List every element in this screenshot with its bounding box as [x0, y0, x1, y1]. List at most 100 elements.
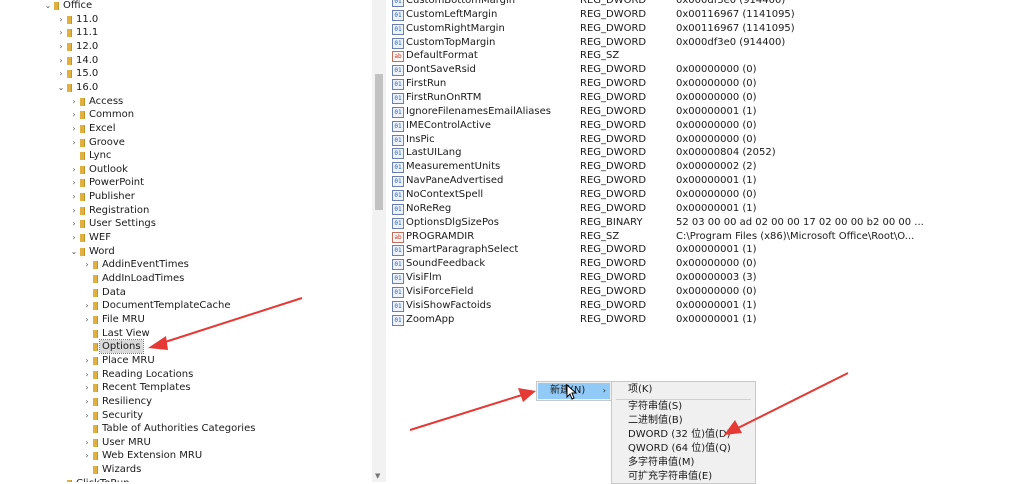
chevron-right-icon[interactable]: ›: [57, 13, 65, 26]
value-data: 0x00000001 (1): [676, 175, 757, 187]
tree-item-label: Publisher: [89, 191, 135, 203]
chevron-right-icon[interactable]: ›: [70, 217, 78, 230]
folder-icon: [67, 29, 72, 38]
folder-icon: [80, 165, 85, 174]
value-type: REG_DWORD: [580, 272, 647, 284]
value-name: FirstRun: [406, 78, 447, 90]
binary-value-icon: 01: [392, 245, 404, 257]
chevron-right-icon[interactable]: ›: [83, 258, 91, 271]
tree-item-label: 11.1: [76, 27, 99, 39]
chevron-right-icon[interactable]: ›: [83, 436, 91, 449]
chevron-right-icon[interactable]: ›: [57, 54, 65, 67]
value-data: 0x00000001 (1): [676, 105, 757, 117]
value-type: REG_DWORD: [580, 286, 647, 298]
value-name: FirstRunOnRTM: [406, 92, 482, 104]
value-type: REG_SZ: [580, 230, 620, 242]
folder-icon: [93, 411, 98, 420]
chevron-right-icon[interactable]: ›: [83, 354, 91, 367]
value-name: NoReReg: [406, 202, 452, 214]
binary-value-icon: 01: [392, 37, 404, 49]
folder-icon: [93, 384, 98, 393]
folder-icon: [93, 302, 98, 311]
value-data: 0x00000000 (0): [676, 64, 757, 76]
tree-item-label: ClickToRun: [74, 477, 132, 482]
folder-icon: [93, 438, 98, 447]
scroll-down-arrow-icon[interactable]: ▼: [375, 472, 380, 480]
tree-vertical-scrollbar[interactable]: ▼: [372, 0, 386, 482]
value-data: 0x00000000 (0): [676, 286, 757, 298]
chevron-right-icon[interactable]: ›: [83, 313, 91, 326]
chevron-right-icon[interactable]: ›: [83, 395, 91, 408]
binary-value-icon: 01: [392, 176, 404, 188]
tree-item-label: Access: [89, 95, 124, 107]
chevron-right-icon[interactable]: ›: [70, 95, 78, 108]
folder-icon: [80, 193, 85, 202]
value-type: REG_DWORD: [580, 258, 647, 270]
registry-key-tree[interactable]: ⌄ Office › 11.0 › 11.1 › 12.0 › 14.0 › 15.0 ⌄ 16.0 › Ac…: [0, 0, 372, 482]
value-type: REG_SZ: [580, 50, 620, 62]
chevron-right-icon[interactable]: ›: [57, 40, 65, 53]
chevron-right-icon[interactable]: ›: [70, 190, 78, 203]
value-name: IgnoreFilenamesEmailAliases: [406, 105, 551, 117]
chevron-down-icon[interactable]: ⌄: [57, 81, 65, 94]
tree-item-label: 14.0: [76, 54, 99, 66]
folder-icon: [93, 466, 98, 475]
value-type: REG_DWORD: [580, 189, 647, 201]
tree-item-label: 12.0: [76, 40, 99, 52]
value-data: 0x00000001 (1): [676, 202, 757, 214]
value-name: MeasurementUnits: [406, 161, 501, 173]
chevron-right-icon[interactable]: ›: [57, 67, 65, 80]
binary-value-icon: 01: [392, 162, 404, 174]
value-type: REG_DWORD: [580, 299, 647, 311]
binary-value-icon: 01: [392, 65, 404, 77]
tree-item-label: 15.0: [76, 68, 99, 80]
value-data: 0x00000000 (0): [676, 189, 757, 201]
folder-icon: [93, 261, 98, 270]
chevron-right-icon[interactable]: ›: [83, 368, 91, 381]
folder-icon: [80, 220, 85, 229]
chevron-down-icon[interactable]: ⌄: [70, 245, 78, 258]
value-data: 0x00000001 (1): [676, 313, 757, 325]
chevron-right-icon[interactable]: ›: [70, 163, 78, 176]
value-data: 0x00116967 (1141095): [676, 22, 795, 34]
value-name: CustomRightMargin: [406, 22, 505, 34]
chevron-right-icon[interactable]: ›: [57, 26, 65, 39]
value-name: SmartParagraphSelect: [406, 244, 519, 256]
chevron-right-icon[interactable]: ›: [83, 381, 91, 394]
submenu-multi-string-value[interactable]: 多字符串值(M): [628, 456, 694, 470]
chevron-right-icon[interactable]: ›: [57, 477, 65, 482]
chevron-right-icon[interactable]: ›: [70, 108, 78, 121]
submenu-string-value[interactable]: 字符串值(S): [628, 400, 682, 414]
submenu-binary-value[interactable]: 二进制值(B): [628, 414, 683, 428]
binary-value-icon: 01: [392, 314, 404, 326]
binary-value-icon: 01: [392, 106, 404, 118]
tree-item-label: Registration: [89, 204, 150, 216]
chevron-right-icon[interactable]: ›: [83, 299, 91, 312]
value-type: REG_DWORD: [580, 22, 647, 34]
value-type: REG_DWORD: [580, 119, 647, 131]
binary-value-icon: 01: [392, 287, 404, 299]
chevron-right-icon[interactable]: ›: [83, 409, 91, 422]
value-name: IMEControlActive: [406, 119, 491, 131]
value-name: NavPaneAdvertised: [406, 175, 504, 187]
chevron-down-icon[interactable]: ⌄: [44, 0, 52, 12]
chevron-right-icon[interactable]: ›: [70, 122, 78, 135]
submenu-key[interactable]: 项(K): [628, 383, 652, 397]
string-value-icon: ab: [392, 51, 404, 63]
binary-value-icon: 01: [392, 9, 404, 21]
chevron-right-icon[interactable]: ›: [70, 136, 78, 149]
chevron-right-icon[interactable]: ›: [70, 176, 78, 189]
value-type: REG_DWORD: [580, 175, 647, 187]
tree-item-label: Outlook: [89, 163, 128, 175]
value-data: 0x00000000 (0): [676, 119, 757, 131]
chevron-right-icon[interactable]: ›: [70, 231, 78, 244]
value-name: InsPic: [406, 133, 435, 145]
value-data: 0x000df3e0 (914400): [676, 0, 786, 6]
chevron-right-icon[interactable]: ›: [83, 449, 91, 462]
submenu-qword-value[interactable]: QWORD (64 位)值(Q): [628, 442, 731, 456]
folder-icon: [67, 83, 72, 92]
scrollbar-thumb[interactable]: [375, 74, 383, 210]
chevron-right-icon[interactable]: ›: [70, 204, 78, 217]
submenu-dword-value[interactable]: DWORD (32 位)值(D): [628, 428, 731, 442]
value-name: DefaultFormat: [406, 50, 478, 62]
